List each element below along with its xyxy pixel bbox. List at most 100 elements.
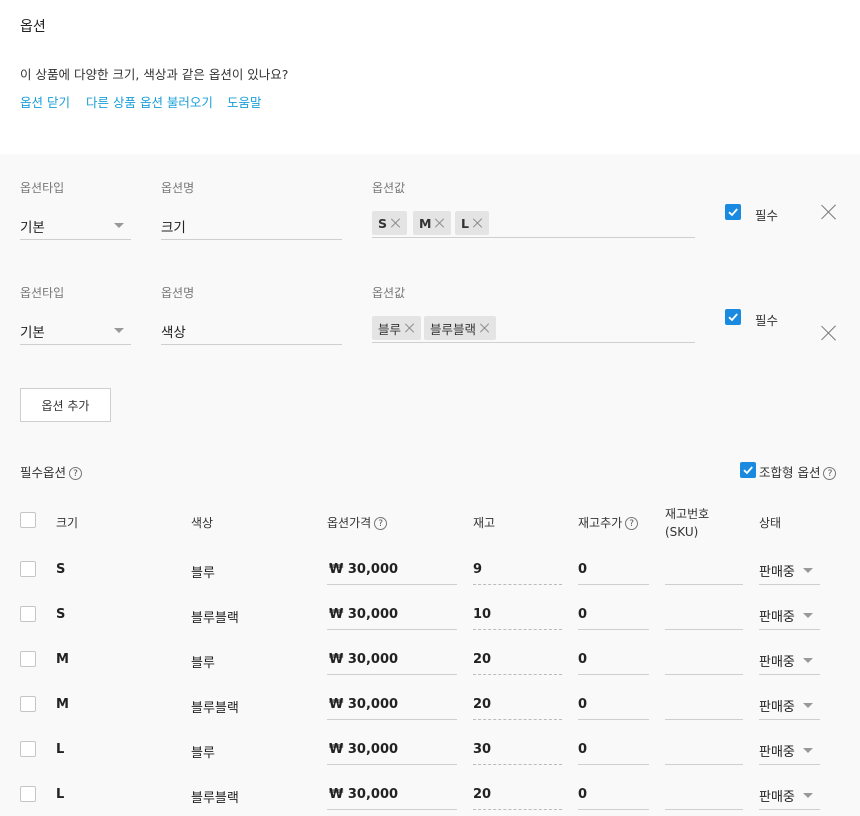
row-stock-add-value: 0 [578,697,588,712]
row-price-input[interactable]: ₩ 30,000 [327,604,457,630]
row-color: 블루블랙 [191,701,239,716]
row-checkbox[interactable] [20,696,36,712]
remove-chip-icon[interactable] [391,218,401,228]
options-question: 이 상품에 다양한 크기, 색상과 같은 옵션이 있나요? [20,67,289,82]
row-size: L [56,742,65,757]
row-status-select[interactable]: 판매중 [759,604,820,630]
remove-chip-icon[interactable] [435,218,445,228]
row-stock-input[interactable]: 9 [473,559,562,585]
row-stock-add-value: 0 [578,562,588,577]
row-status-select[interactable]: 판매중 [759,784,820,810]
required-options-title: 필수옵션? [20,462,83,481]
option-type-select[interactable]: 기본 [20,317,131,345]
column-header-stock-add-text: 재고추가 [578,516,623,530]
row-stock-add-input[interactable]: 0 [578,559,649,585]
option-name-input[interactable]: 크기 [161,212,342,240]
option-values-input[interactable]: S M L [372,211,695,238]
row-size: M [56,697,69,712]
row-status-value: 판매중 [759,565,795,580]
column-header-color: 색상 [191,516,214,530]
row-size: S [56,562,66,577]
row-color: 블루블랙 [191,791,239,806]
chip-label: L [461,215,469,231]
row-sku-input[interactable] [665,694,743,720]
row-stock-add-input[interactable]: 0 [578,784,649,810]
row-checkbox[interactable] [20,786,36,802]
row-status-value: 판매중 [759,790,795,805]
option-value-chip: 블루블랙 [424,316,497,340]
row-stock-value: 20 [473,697,492,712]
row-price-input[interactable]: ₩ 30,000 [327,739,457,765]
column-header-stock: 재고 [473,516,496,530]
row-price-value: ₩ 30,000 [329,697,399,712]
help-circle-icon[interactable]: ? [625,517,639,530]
required-checkbox[interactable] [725,309,741,325]
remove-chip-icon[interactable] [473,218,483,228]
option-name-label: 옵션명 [161,181,195,195]
close-options-link[interactable]: 옵션 닫기 [20,92,70,111]
help-circle-icon[interactable]: ? [374,517,388,530]
row-sku-input[interactable] [665,649,743,675]
row-color: 블루 [191,746,215,761]
chip-label: S [378,215,388,231]
option-name-input[interactable]: 색상 [161,317,342,345]
row-stock-add-input[interactable]: 0 [578,649,649,675]
help-circle-icon[interactable]: ? [823,467,837,480]
row-status-value: 판매중 [759,745,795,760]
row-stock-add-input[interactable]: 0 [578,694,649,720]
row-status-select[interactable]: 판매중 [759,739,820,765]
remove-chip-icon[interactable] [480,323,490,333]
row-size: S [56,607,66,622]
row-sku-input[interactable] [665,739,743,765]
required-label: 필수 [755,313,779,328]
chevron-down-icon [803,793,813,798]
row-status-select[interactable]: 판매중 [759,559,820,585]
select-all-checkbox[interactable] [20,512,36,528]
row-checkbox[interactable] [20,561,36,577]
help-link[interactable]: 도움말 [227,92,262,111]
row-price-input[interactable]: ₩ 30,000 [327,784,457,810]
row-status-value: 판매중 [759,655,795,670]
chip-label: M [419,215,432,231]
row-stock-input[interactable]: 20 [473,649,562,675]
remove-chip-icon[interactable] [405,323,415,333]
required-checkbox[interactable] [725,204,741,220]
row-stock-add-value: 0 [578,787,588,802]
row-price-input[interactable]: ₩ 30,000 [327,649,457,675]
row-price-input[interactable]: ₩ 30,000 [327,559,457,585]
option-value-chip: S [372,211,408,235]
option-value-label: 옵션값 [372,181,406,195]
row-status-select[interactable]: 판매중 [759,694,820,720]
row-price-value: ₩ 30,000 [329,562,399,577]
row-stock-value: 30 [473,742,492,757]
row-stock-value: 20 [473,787,492,802]
row-color: 블루 [191,656,215,671]
row-price-input[interactable]: ₩ 30,000 [327,694,457,720]
row-sku-input[interactable] [665,559,743,585]
row-stock-input[interactable]: 20 [473,784,562,810]
column-header-stock-add: 재고추가? [578,514,639,531]
row-checkbox[interactable] [20,606,36,622]
option-values-input[interactable]: 블루 블루블랙 [372,316,695,343]
import-options-link[interactable]: 다른 상품 옵션 불러오기 [86,92,213,111]
combo-option-checkbox[interactable] [740,462,756,478]
option-name-value: 색상 [161,325,186,341]
row-stock-input[interactable]: 20 [473,694,562,720]
help-circle-icon[interactable]: ? [69,467,83,480]
delete-option-icon[interactable] [821,204,837,220]
row-stock-add-input[interactable]: 0 [578,739,649,765]
add-option-button[interactable]: 옵션 추가 [20,388,111,422]
row-sku-input[interactable] [665,784,743,810]
row-checkbox[interactable] [20,741,36,757]
row-sku-input[interactable] [665,604,743,630]
chevron-down-icon [803,748,813,753]
delete-option-icon[interactable] [821,325,837,341]
row-size: L [56,787,65,802]
option-type-select[interactable]: 기본 [20,212,131,240]
row-stock-input[interactable]: 30 [473,739,562,765]
column-header-sku-line2: (SKU) [665,525,699,539]
row-stock-input[interactable]: 10 [473,604,562,630]
row-checkbox[interactable] [20,651,36,667]
row-status-select[interactable]: 판매중 [759,649,820,675]
row-stock-add-input[interactable]: 0 [578,604,649,630]
